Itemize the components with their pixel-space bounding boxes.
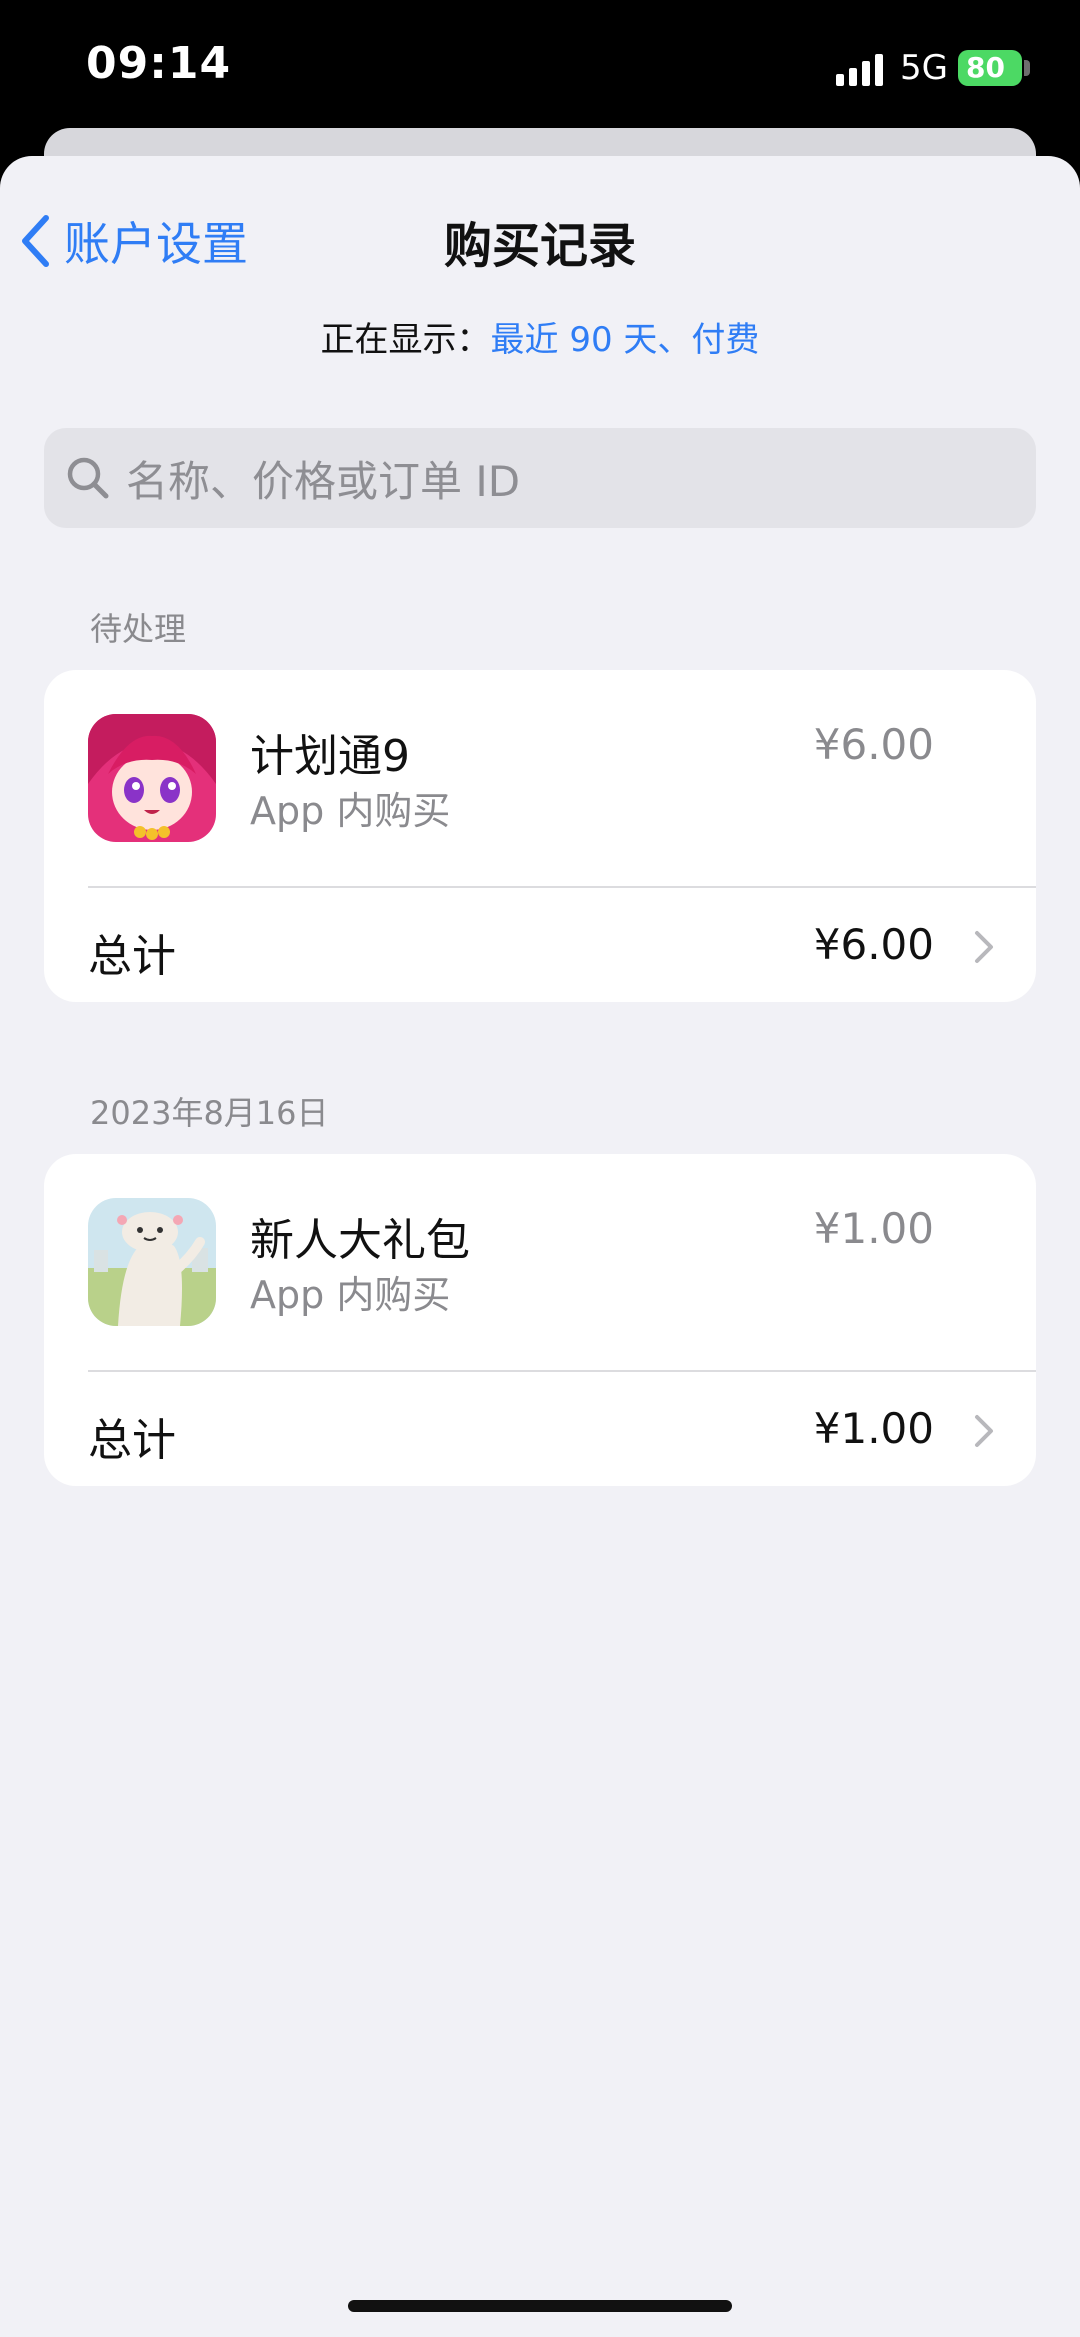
chevron-right-icon bbox=[975, 1415, 993, 1447]
home-indicator[interactable] bbox=[348, 2300, 732, 2312]
anime-girl-app-icon bbox=[88, 714, 216, 842]
total-label: 总计 bbox=[88, 931, 176, 982]
status-time: 09:14 bbox=[86, 38, 232, 89]
search-input[interactable]: 名称、价格或订单 ID bbox=[44, 428, 1036, 528]
search-icon bbox=[67, 457, 109, 499]
item-name: 新人大礼包 bbox=[250, 1215, 470, 1266]
section-header-date: 2023年8月16日 bbox=[90, 1094, 329, 1132]
signal-icon bbox=[836, 54, 883, 86]
purchase-card: 新人大礼包 App 内购买 ¥1.00 总计 ¥1.00 bbox=[44, 1154, 1036, 1486]
battery-level: 80 bbox=[966, 51, 1005, 84]
chevron-right-icon bbox=[975, 931, 993, 963]
purchase-history-sheet: 账户设置 购买记录 正在显示：最近 90 天、付费 名称、价格或订单 ID 待处… bbox=[0, 156, 1080, 2337]
item-type: App 内购买 bbox=[250, 789, 451, 833]
filter-prefix: 正在显示： bbox=[320, 320, 491, 360]
purchase-card: 计划通9 App 内购买 ¥6.00 总计 ¥6.00 bbox=[44, 670, 1036, 1002]
axolotl-app-icon bbox=[88, 1198, 216, 1326]
battery-icon: 80 bbox=[958, 50, 1022, 86]
total-value: ¥1.00 bbox=[813, 1404, 934, 1453]
item-type: App 内购买 bbox=[250, 1273, 451, 1317]
total-label: 总计 bbox=[88, 1415, 176, 1466]
item-price: ¥1.00 bbox=[813, 1204, 934, 1253]
filter-link[interactable]: 最近 90 天、付费 bbox=[491, 320, 760, 360]
total-row[interactable]: 总计 ¥6.00 bbox=[44, 888, 1036, 1002]
network-type: 5G bbox=[900, 48, 948, 88]
filter-row: 正在显示：最近 90 天、付费 bbox=[0, 312, 1080, 361]
battery-cap bbox=[1024, 60, 1030, 76]
search-placeholder: 名称、价格或订单 ID bbox=[126, 456, 521, 506]
total-value: ¥6.00 bbox=[813, 920, 934, 969]
status-bar: 09:14 5G 80 bbox=[0, 0, 1080, 140]
item-price: ¥6.00 bbox=[813, 720, 934, 769]
item-name: 计划通9 bbox=[250, 731, 410, 782]
page-title: 购买记录 bbox=[443, 218, 636, 274]
total-row[interactable]: 总计 ¥1.00 bbox=[44, 1372, 1036, 1486]
section-header-pending: 待处理 bbox=[90, 610, 187, 648]
